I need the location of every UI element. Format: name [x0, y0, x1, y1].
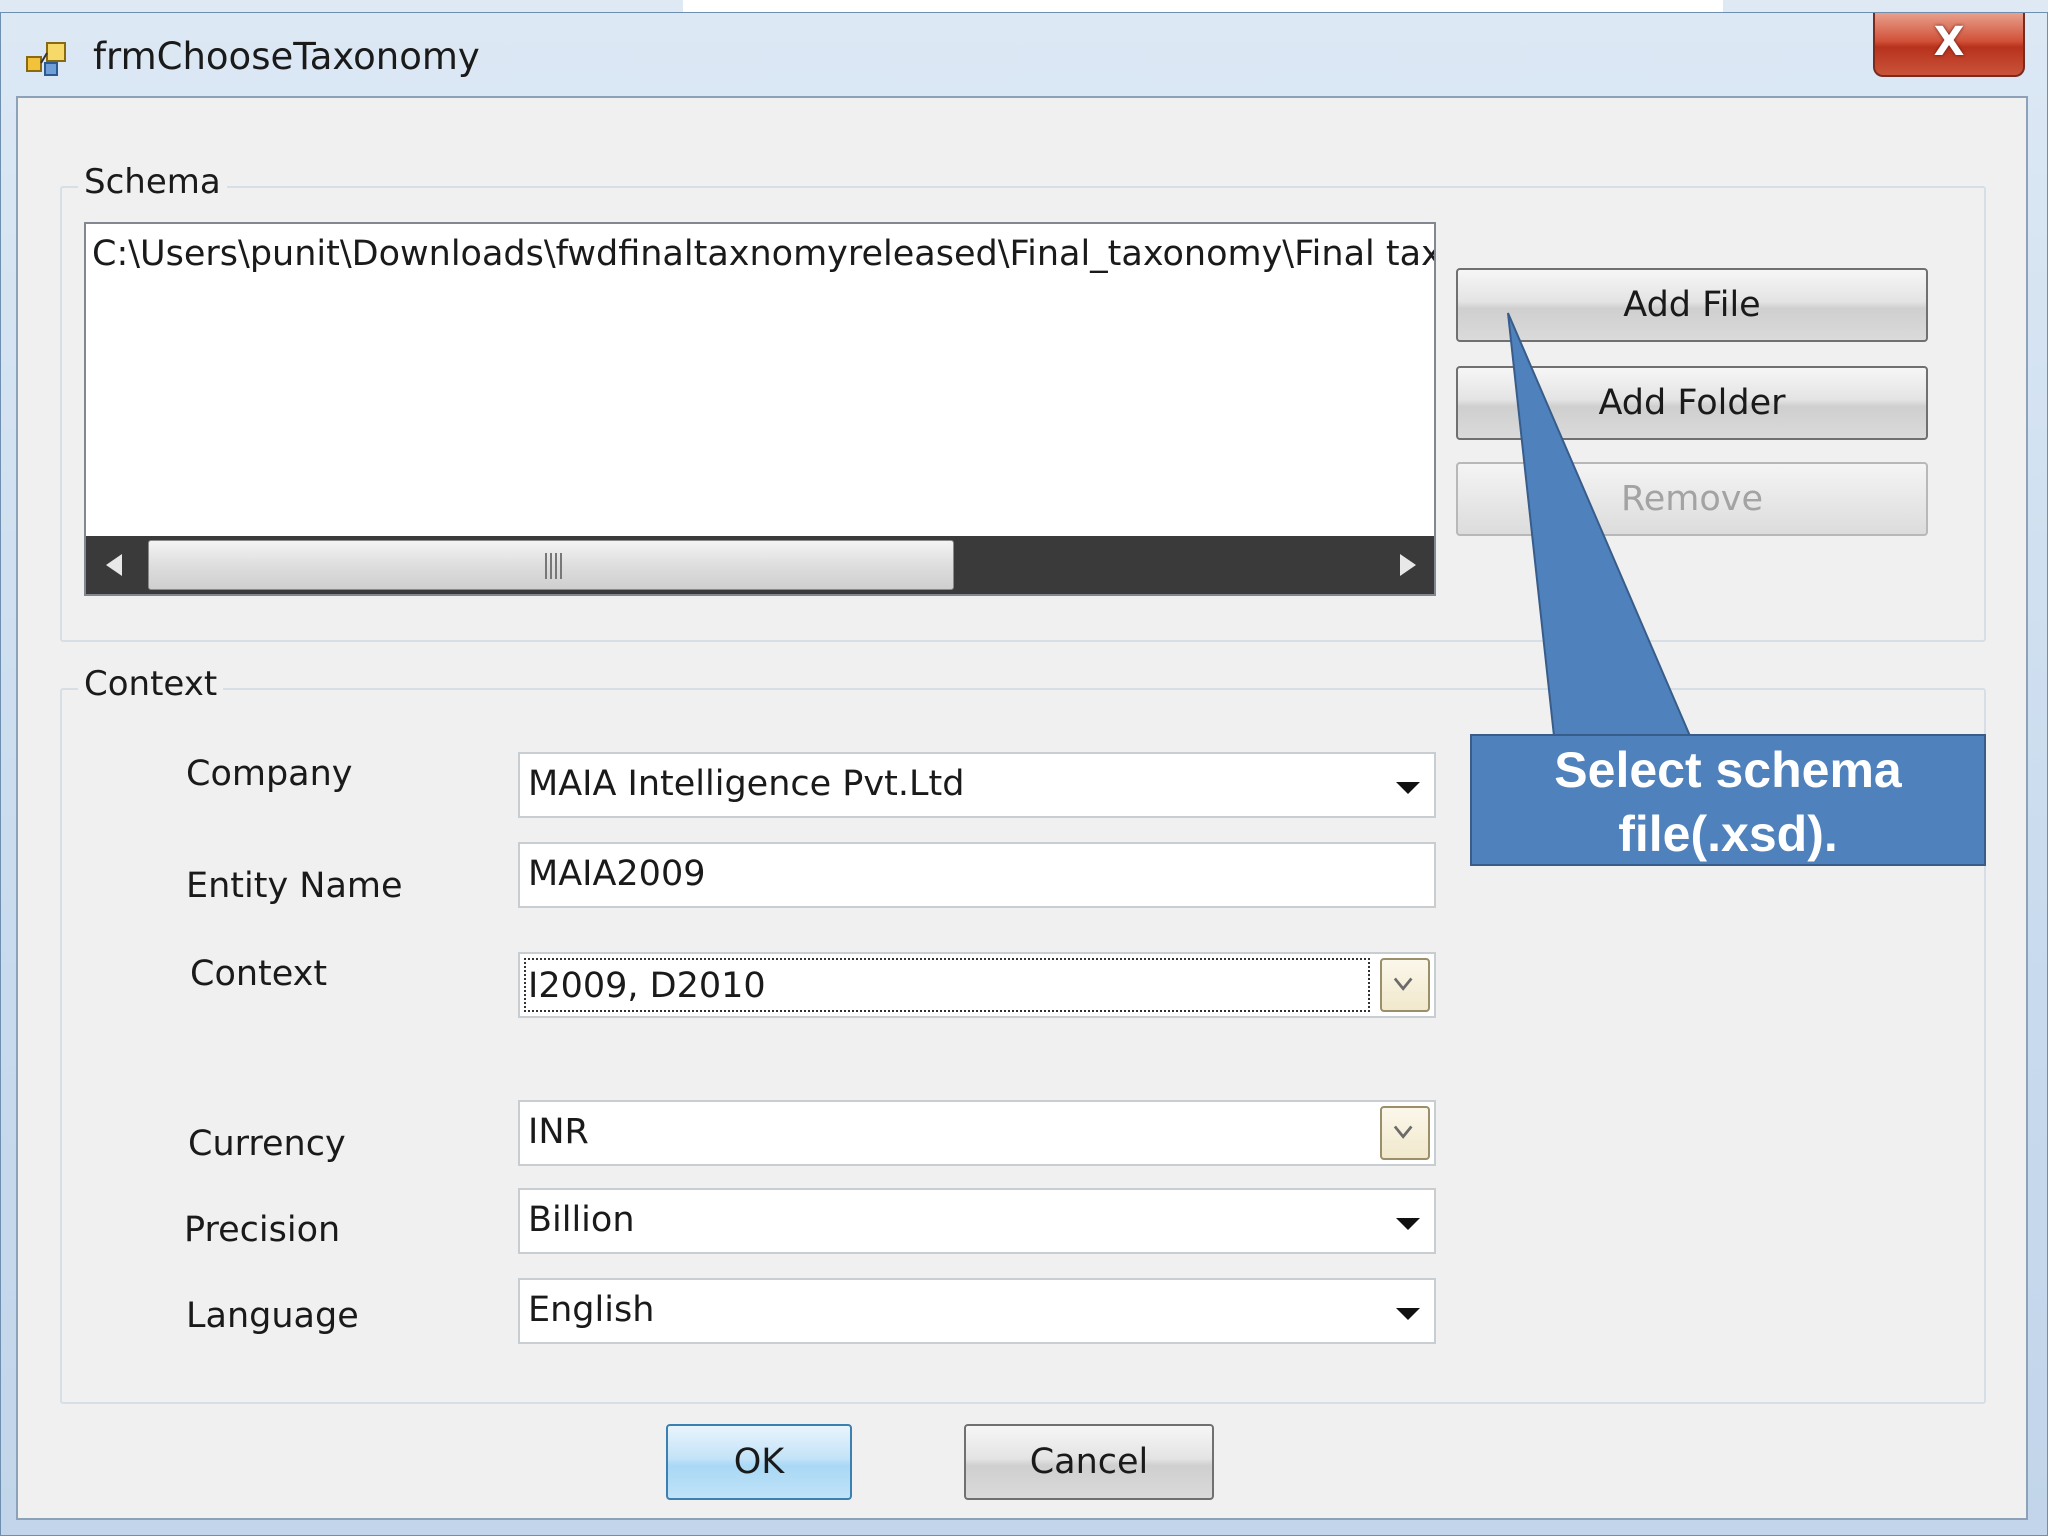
context-dropdown-button[interactable]: [1380, 958, 1430, 1012]
title-bar[interactable]: frmChooseTaxonomy X: [1, 13, 2047, 105]
close-button[interactable]: X: [1873, 13, 2025, 77]
company-value: MAIA Intelligence Pvt.Ltd: [528, 764, 965, 804]
context-label: Context: [190, 954, 328, 994]
currency-combobox[interactable]: INR: [518, 1100, 1436, 1166]
chevron-down-icon[interactable]: [1396, 1308, 1420, 1320]
currency-dropdown-button[interactable]: [1380, 1106, 1430, 1160]
entity-name-label: Entity Name: [186, 866, 403, 906]
currency-value: INR: [528, 1112, 589, 1152]
horizontal-scrollbar[interactable]: [86, 536, 1436, 594]
company-combobox[interactable]: MAIA Intelligence Pvt.Ltd: [518, 752, 1436, 818]
app-icon: [26, 42, 66, 76]
window-title: frmChooseTaxonomy: [93, 35, 480, 78]
schema-legend: Schema: [78, 162, 227, 202]
add-file-button[interactable]: Add File: [1456, 268, 1928, 342]
cancel-button[interactable]: Cancel: [964, 1424, 1214, 1500]
language-value: English: [528, 1290, 655, 1330]
currency-label: Currency: [188, 1124, 346, 1164]
entity-name-input[interactable]: MAIA2009: [518, 842, 1436, 908]
context-combobox[interactable]: I2009, D2010: [518, 952, 1436, 1018]
schema-file-item[interactable]: C:\Users\punit\Downloads\fwdfinaltaxnomy…: [92, 234, 1434, 274]
chevron-down-icon: [1393, 1125, 1413, 1139]
context-legend: Context: [78, 664, 224, 704]
context-value: I2009, D2010: [528, 966, 766, 1006]
precision-value: Billion: [528, 1200, 635, 1240]
language-label: Language: [186, 1296, 359, 1336]
precision-combobox[interactable]: Billion: [518, 1188, 1436, 1254]
callout-text-line2: file(.xsd).: [1618, 806, 1838, 862]
add-folder-button[interactable]: Add Folder: [1456, 366, 1928, 440]
ok-button[interactable]: OK: [666, 1424, 852, 1500]
callout-text-line1: Select schema: [1554, 742, 1902, 798]
chevron-down-icon[interactable]: [1396, 1218, 1420, 1230]
company-label: Company: [186, 754, 353, 794]
scroll-grip-icon: [545, 553, 562, 579]
scroll-thumb[interactable]: [148, 540, 954, 590]
entity-name-value: MAIA2009: [528, 854, 706, 894]
scroll-left-arrow-icon[interactable]: [86, 536, 144, 594]
chevron-down-icon[interactable]: [1396, 782, 1420, 794]
schema-file-list[interactable]: C:\Users\punit\Downloads\fwdfinaltaxnomy…: [84, 222, 1436, 596]
precision-label: Precision: [184, 1210, 341, 1250]
callout-box: Select schema file(.xsd).: [1470, 734, 1986, 866]
chevron-down-icon: [1393, 977, 1413, 991]
language-combobox[interactable]: English: [518, 1278, 1436, 1344]
remove-button[interactable]: Remove: [1456, 462, 1928, 536]
scroll-right-arrow-icon[interactable]: [1378, 536, 1436, 594]
